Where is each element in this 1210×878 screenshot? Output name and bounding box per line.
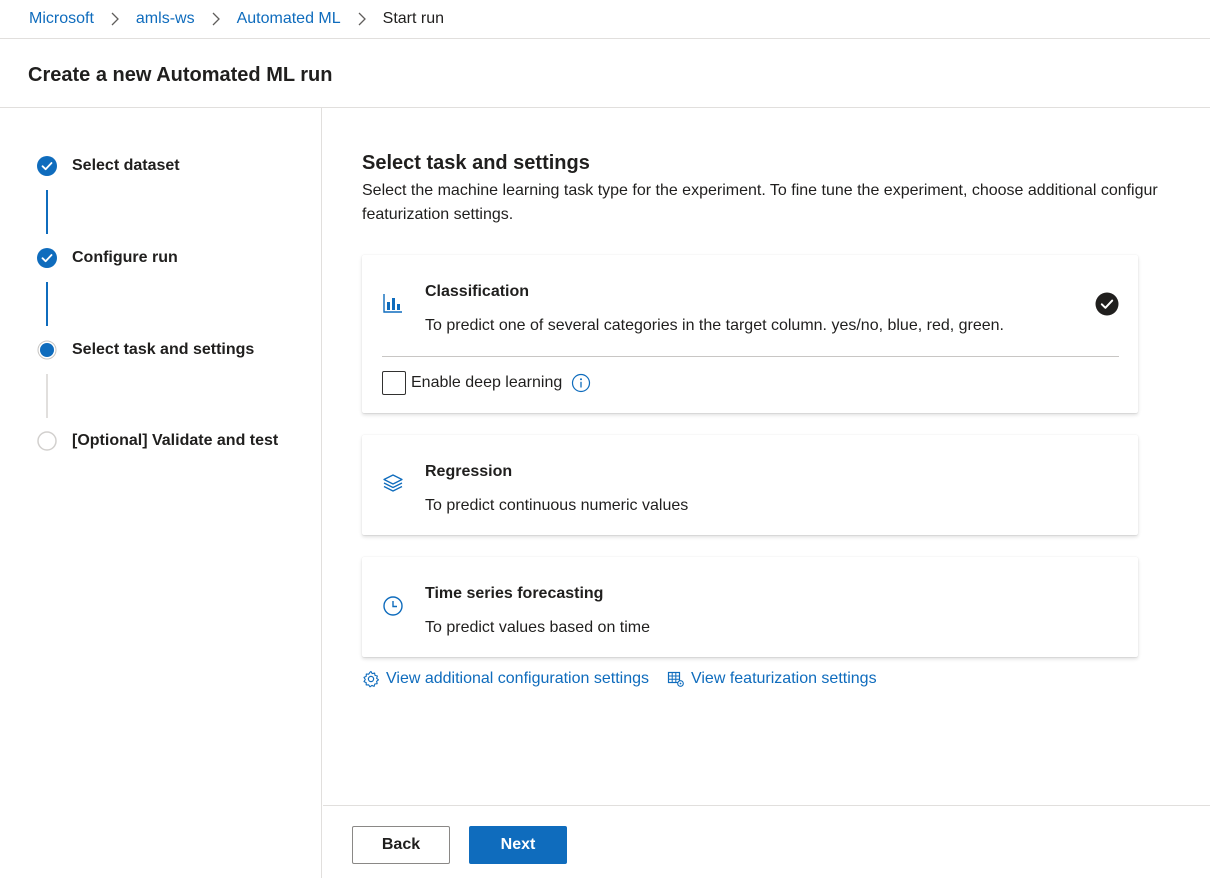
selected-check-icon: [1095, 292, 1119, 316]
step-configure-run[interactable]: Configure run: [37, 248, 178, 268]
breadcrumb-link-microsoft[interactable]: Microsoft: [29, 10, 94, 28]
task-description: To predict values based on time: [425, 619, 651, 636]
task-settings-panel: Select task and settings Select the mach…: [323, 108, 1210, 805]
step-label: Select dataset: [72, 157, 180, 174]
section-description-line: Select the machine learning task type fo…: [362, 182, 1158, 199]
task-description: To predict one of several categories in …: [425, 317, 1004, 334]
task-title: Regression: [425, 463, 513, 480]
check-circle-icon: [37, 248, 57, 268]
step-select-task-and-settings[interactable]: Select task and settings: [37, 340, 254, 360]
link-label: View featurization settings: [690, 670, 877, 687]
settings-links: View additional configuration settings V…: [362, 670, 877, 688]
step-label: [Optional] Validate and test: [72, 432, 279, 449]
next-button[interactable]: Next: [469, 826, 567, 864]
task-title: Time series forecasting: [425, 585, 604, 602]
section-description: Select the machine learning task type fo…: [362, 179, 1210, 227]
clock-icon: [382, 595, 404, 617]
view-additional-configuration-link[interactable]: View additional configuration settings: [362, 670, 649, 688]
section-description-line: featurization settings.: [362, 206, 514, 223]
table-settings-icon: [667, 670, 685, 688]
link-label: View additional configuration settings: [386, 670, 649, 687]
wizard-footer: Back Next: [323, 805, 1210, 878]
card-divider: [382, 356, 1119, 357]
gear-icon: [362, 670, 380, 688]
enable-deep-learning-checkbox[interactable]: [382, 371, 406, 395]
check-circle-icon: [37, 156, 57, 176]
view-featurization-link[interactable]: View featurization settings: [667, 670, 877, 688]
checkbox-label: Enable deep learning: [411, 374, 563, 391]
back-button[interactable]: Back: [352, 826, 450, 864]
task-card-classification[interactable]: Classification To predict one of several…: [362, 255, 1138, 413]
breadcrumb: Microsoft amls-ws Automated ML Start run: [0, 0, 1210, 39]
task-card-regression[interactable]: Regression To predict continuous numeric…: [362, 435, 1138, 535]
step-label: Select task and settings: [72, 341, 255, 358]
info-icon[interactable]: [571, 373, 591, 393]
breadcrumb-link-automated-ml[interactable]: Automated ML: [237, 10, 341, 28]
page-title: Create a new Automated ML run: [28, 64, 333, 86]
step-label: Configure run: [72, 249, 178, 266]
stack-icon: [382, 472, 404, 494]
task-card-time-series-forecasting[interactable]: Time series forecasting To predict value…: [362, 557, 1138, 657]
chevron-right-icon: [110, 12, 120, 26]
step-connector: [46, 282, 48, 326]
step-connector: [46, 190, 48, 234]
breadcrumb-current: Start run: [382, 10, 444, 27]
task-description: To predict continuous numeric values: [425, 497, 689, 514]
step-select-dataset[interactable]: Select dataset: [37, 156, 180, 176]
bar-chart-icon: [382, 292, 404, 314]
step-connector: [46, 374, 48, 418]
deep-learning-option: Enable deep learning: [382, 371, 591, 395]
breadcrumb-link-workspace[interactable]: amls-ws: [136, 10, 195, 28]
step-validate-and-test[interactable]: [Optional] Validate and test: [37, 431, 278, 451]
section-title: Select task and settings: [362, 152, 590, 174]
chevron-right-icon: [211, 12, 221, 26]
pending-step-circle-icon: [37, 431, 57, 451]
chevron-right-icon: [357, 12, 367, 26]
task-title: Classification: [425, 283, 530, 300]
current-step-dot-icon: [37, 340, 57, 360]
wizard-steps-sidebar: Select dataset Configure run Select task…: [0, 108, 322, 878]
